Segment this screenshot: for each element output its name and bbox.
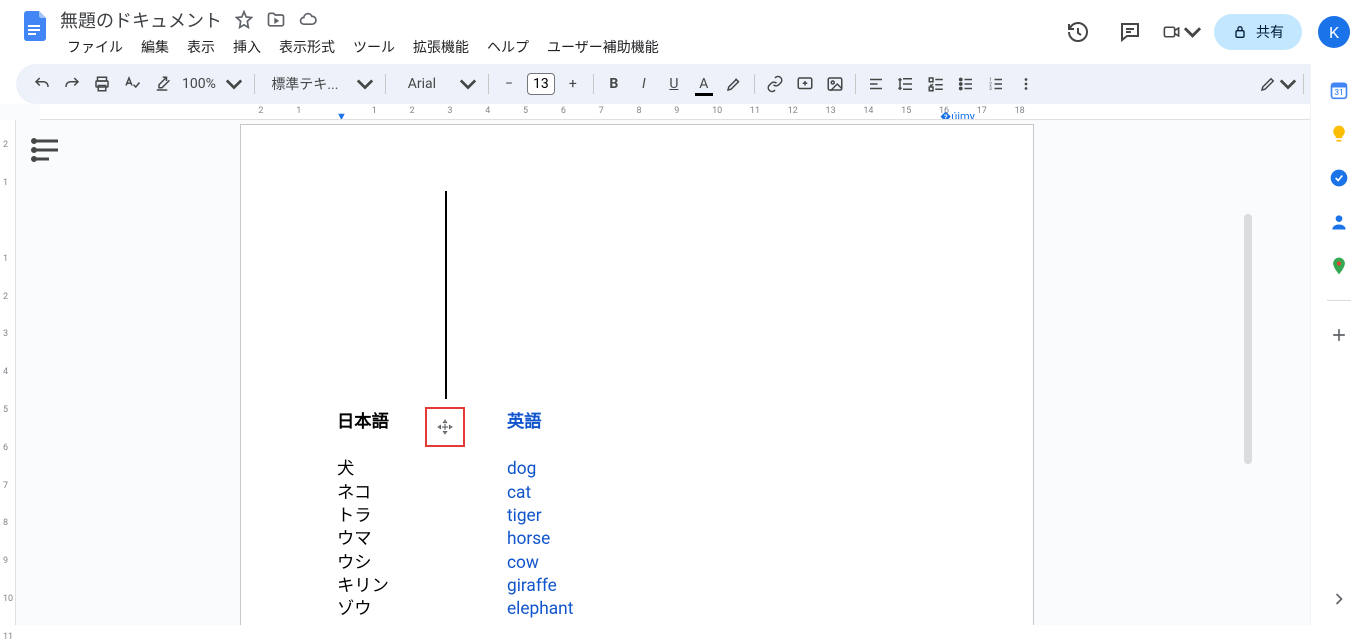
- word-jp: キリン: [337, 575, 507, 598]
- calendar-icon[interactable]: 31: [1329, 80, 1349, 100]
- zoom-select[interactable]: 100%: [178, 70, 220, 98]
- word-en: giraffe: [507, 575, 557, 598]
- side-panel: 31: [1310, 64, 1366, 625]
- bold-button[interactable]: B: [600, 70, 628, 98]
- editing-mode-button[interactable]: [1259, 70, 1297, 98]
- word-en: tiger: [507, 505, 542, 528]
- menu-bar: ファイル 編集 表示 挿入 表示形式 ツール 拡張機能 ヘルプ ユーザー補助機能: [60, 34, 1058, 60]
- font-caret-icon[interactable]: [454, 70, 482, 98]
- account-avatar[interactable]: K: [1318, 16, 1350, 48]
- toolbar: 100% 標準テキ... Arial − + B I U A 123: [16, 64, 1350, 104]
- word-row: ゾウelephant: [337, 598, 937, 621]
- undo-button[interactable]: [28, 70, 56, 98]
- zoom-caret-icon[interactable]: [220, 70, 248, 98]
- tasks-icon[interactable]: [1329, 168, 1349, 188]
- header-en: 英語: [507, 411, 542, 434]
- line-spacing-button[interactable]: [892, 70, 920, 98]
- app-header: 無題のドキュメント ファイル 編集 表示 挿入 表示形式 ツール 拡張機能 ヘル…: [0, 0, 1366, 58]
- font-size-dec[interactable]: −: [495, 70, 523, 98]
- drawing-line[interactable]: [445, 191, 447, 399]
- redo-button[interactable]: [58, 70, 86, 98]
- hide-sidepanel-icon[interactable]: [1329, 589, 1349, 609]
- word-en: horse: [507, 528, 550, 551]
- word-en: dog: [507, 458, 536, 481]
- drawing-move-handle[interactable]: [425, 407, 465, 447]
- print-button[interactable]: [88, 70, 116, 98]
- menu-edit[interactable]: 編集: [134, 33, 176, 61]
- word-jp: トラ: [337, 505, 507, 528]
- history-icon[interactable]: [1058, 12, 1098, 52]
- contacts-icon[interactable]: [1329, 212, 1349, 232]
- checklist-button[interactable]: [922, 70, 950, 98]
- comments-icon[interactable]: [1110, 12, 1150, 52]
- menu-format[interactable]: 表示形式: [272, 33, 342, 61]
- doc-title[interactable]: 無題のドキュメント: [60, 7, 222, 33]
- menu-help[interactable]: ヘルプ: [480, 33, 536, 61]
- docs-logo[interactable]: [16, 8, 52, 44]
- vertical-ruler[interactable]: 211234567891011: [0, 120, 16, 625]
- maps-icon[interactable]: [1329, 256, 1349, 276]
- horizontal-ruler[interactable]: ▼ �újmy 21123456789101112131415161718: [40, 104, 1310, 120]
- font-size-inc[interactable]: +: [559, 70, 587, 98]
- italic-button[interactable]: I: [630, 70, 658, 98]
- underline-button[interactable]: U: [660, 70, 688, 98]
- meet-button[interactable]: [1162, 12, 1202, 52]
- svg-text:3: 3: [989, 86, 992, 92]
- numbered-list-button[interactable]: 123: [982, 70, 1010, 98]
- word-row: ウシcow: [337, 552, 937, 575]
- word-row: トラtiger: [337, 505, 937, 528]
- text-color-button[interactable]: A: [690, 70, 718, 98]
- more-toolbar-icon[interactable]: [1012, 70, 1040, 98]
- font-size-input[interactable]: [527, 73, 555, 95]
- word-row: キリンgiraffe: [337, 575, 937, 598]
- cloud-status-icon[interactable]: [298, 10, 318, 30]
- word-jp: ネコ: [337, 482, 507, 505]
- document-canvas[interactable]: 日本語 英語 犬dogネコcatトラtigerウマhorseウシcowキリンgi…: [40, 120, 1310, 625]
- share-button[interactable]: 共有: [1214, 14, 1302, 50]
- highlight-button[interactable]: [720, 70, 748, 98]
- word-row: ネコcat: [337, 482, 937, 505]
- word-jp: ウシ: [337, 552, 507, 575]
- word-row: 犬dog: [337, 458, 937, 481]
- insert-image-button[interactable]: [821, 70, 849, 98]
- keep-icon[interactable]: [1329, 124, 1349, 144]
- word-jp: 犬: [337, 458, 507, 481]
- word-jp: ウマ: [337, 528, 507, 551]
- insert-link-button[interactable]: [761, 70, 789, 98]
- word-en: cat: [507, 482, 531, 505]
- scrollbar[interactable]: [1244, 214, 1252, 464]
- menu-extensions[interactable]: 拡張機能: [406, 33, 476, 61]
- word-en: cow: [507, 552, 539, 575]
- menu-insert[interactable]: 挿入: [226, 33, 268, 61]
- word-en: elephant: [507, 598, 573, 621]
- menu-tools[interactable]: ツール: [346, 33, 402, 61]
- align-button[interactable]: [862, 70, 890, 98]
- font-select[interactable]: Arial: [392, 70, 452, 98]
- word-row: ウマhorse: [337, 528, 937, 551]
- workspace: ▼ �újmy 21123456789101112131415161718 21…: [0, 104, 1310, 625]
- svg-text:31: 31: [1334, 88, 1343, 98]
- star-icon[interactable]: [234, 10, 254, 30]
- menu-accessibility[interactable]: ユーザー補助機能: [540, 33, 666, 61]
- word-jp: ゾウ: [337, 598, 507, 621]
- insert-comment-button[interactable]: [791, 70, 819, 98]
- page[interactable]: 日本語 英語 犬dogネコcatトラtigerウマhorseウシcowキリンgi…: [240, 124, 1034, 625]
- menu-file[interactable]: ファイル: [60, 33, 130, 61]
- style-caret-icon[interactable]: [351, 70, 379, 98]
- move-folder-icon[interactable]: [266, 10, 286, 30]
- paragraph-style-select[interactable]: 標準テキ...: [261, 70, 349, 98]
- header-jp: 日本語: [337, 411, 507, 434]
- paint-format-button[interactable]: [148, 70, 176, 98]
- bulleted-list-button[interactable]: [952, 70, 980, 98]
- spellcheck-button[interactable]: [118, 70, 146, 98]
- share-label: 共有: [1256, 22, 1284, 42]
- add-addon-icon[interactable]: [1329, 325, 1349, 345]
- menu-view[interactable]: 表示: [180, 33, 222, 61]
